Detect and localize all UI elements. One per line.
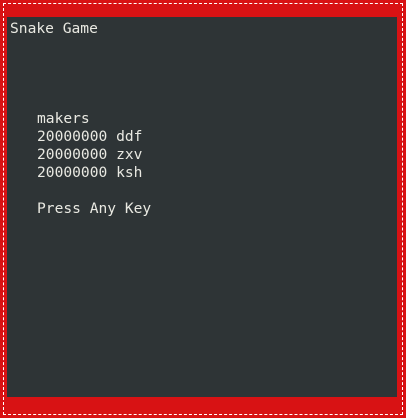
- player-name: ddf: [116, 128, 143, 145]
- terminal-screen[interactable]: Snake Game makers 20000000 ddf 20000000 …: [7, 17, 397, 397]
- player-name: ksh: [116, 164, 143, 181]
- score-value: 20000000: [37, 146, 108, 163]
- score-row: 20000000 ddf: [37, 128, 142, 146]
- scoreboard-heading: makers: [37, 110, 90, 127]
- game-title: Snake Game: [10, 20, 98, 37]
- score-value: 20000000: [37, 128, 108, 145]
- score-row: 20000000 zxv: [37, 146, 142, 164]
- press-any-key-prompt: Press Any Key: [37, 200, 152, 217]
- score-row: 20000000 ksh: [37, 164, 142, 182]
- player-name: zxv: [116, 146, 143, 163]
- score-value: 20000000: [37, 164, 108, 181]
